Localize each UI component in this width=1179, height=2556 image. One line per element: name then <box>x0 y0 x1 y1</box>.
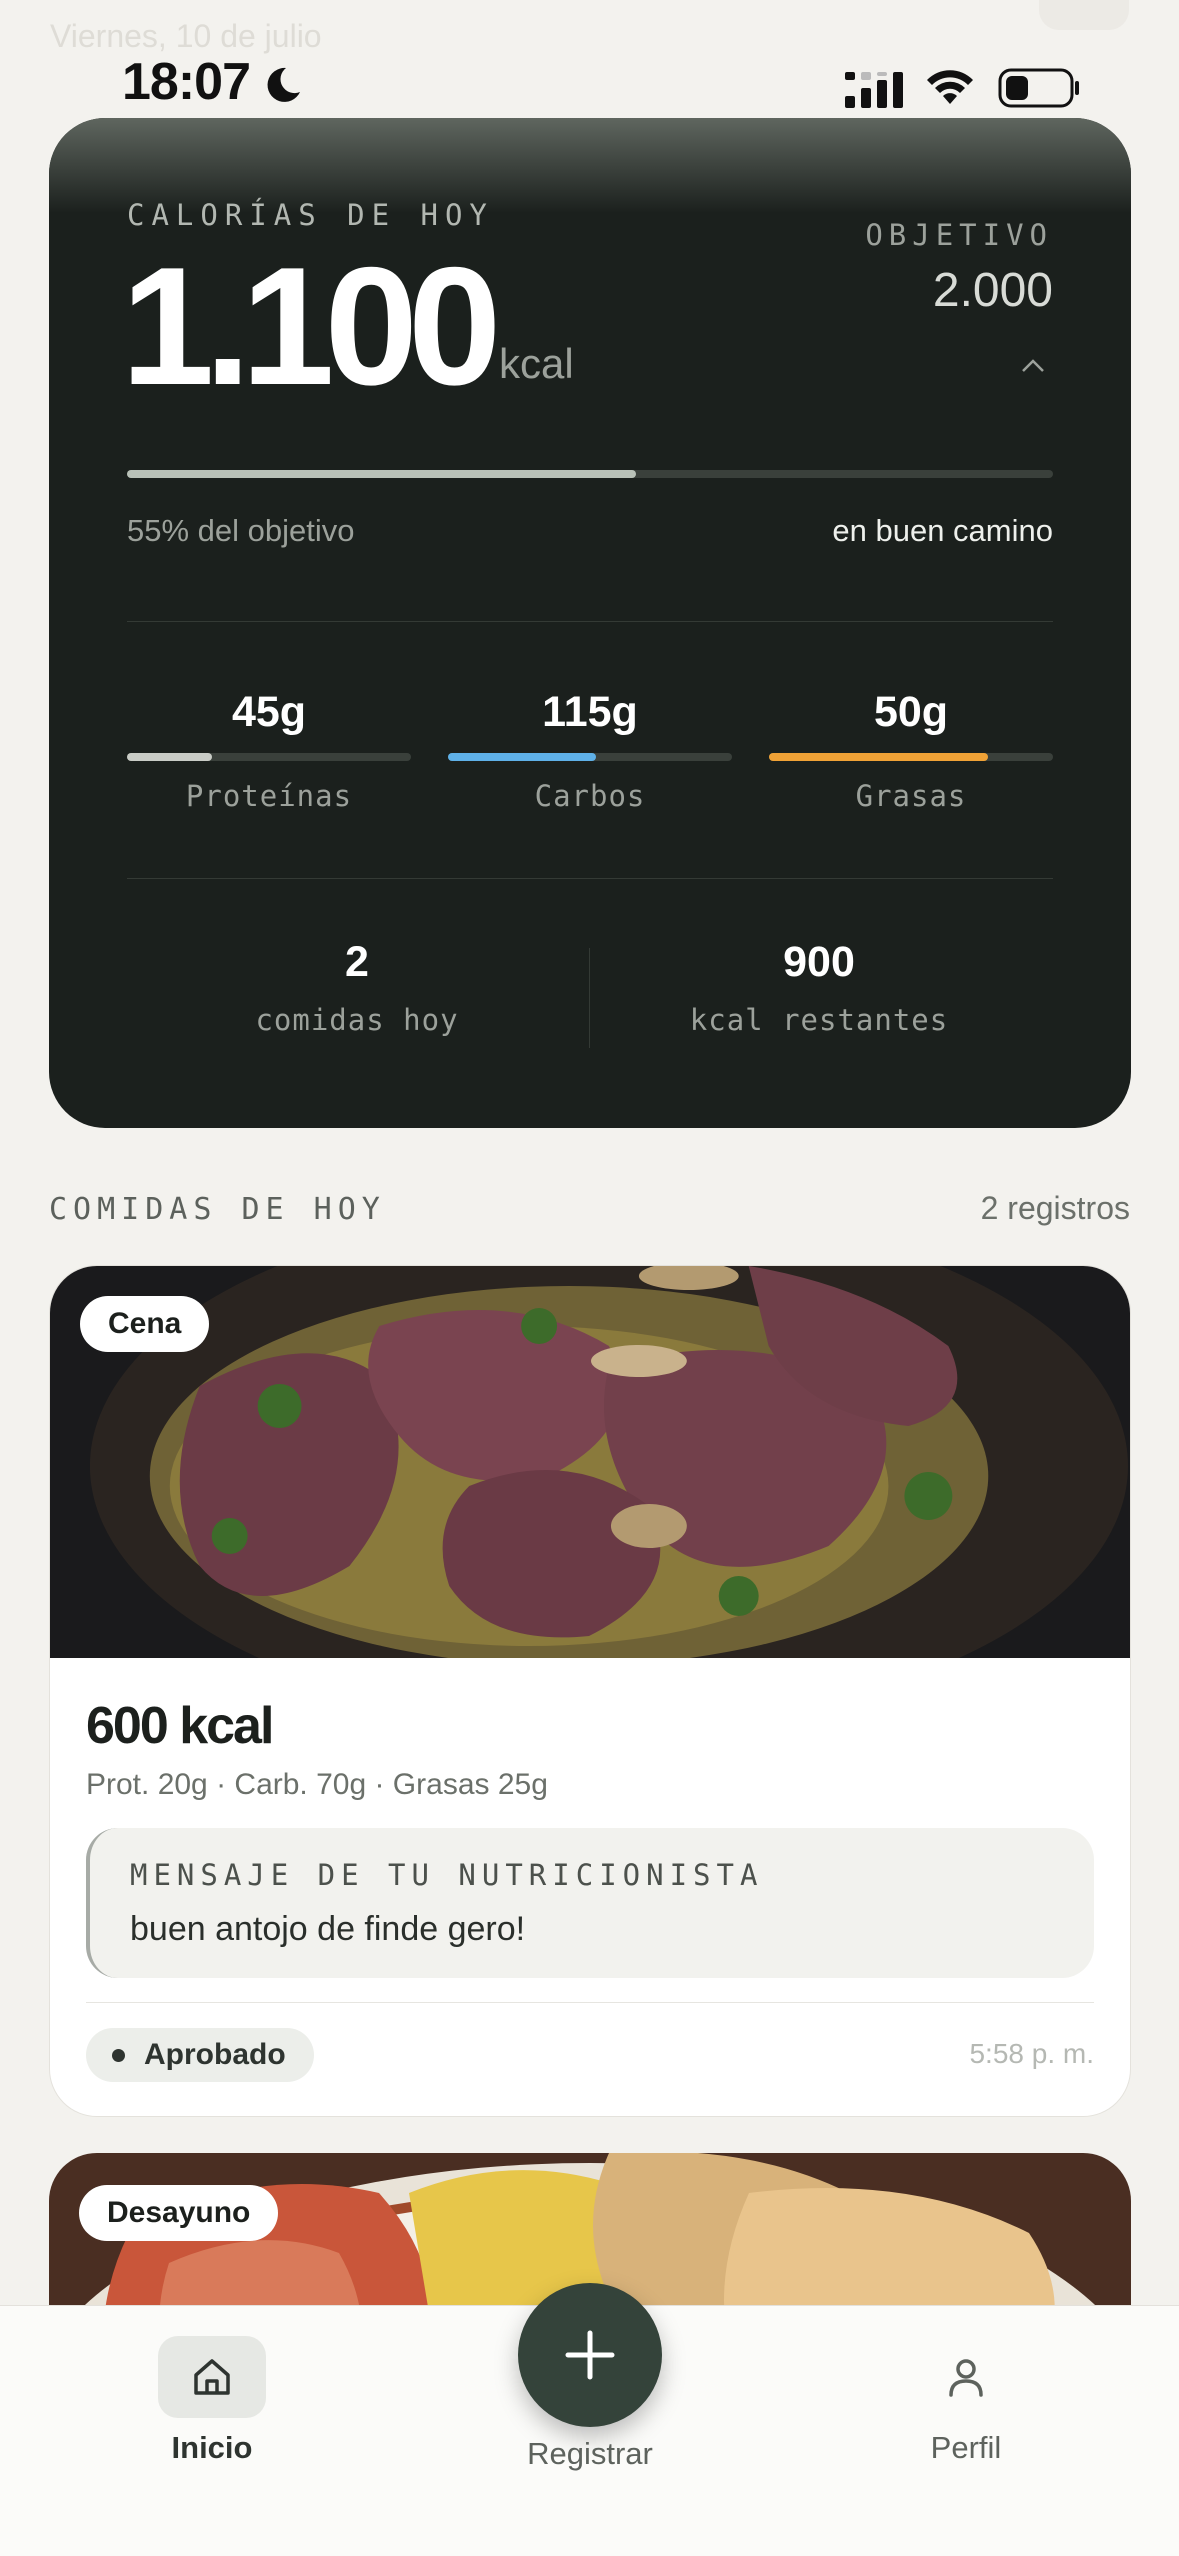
macro-bar-fill <box>127 753 213 761</box>
stat-value: 900 <box>783 938 855 986</box>
meal-type-badge: Cena <box>80 1296 210 1352</box>
goal-value: 2.000 <box>932 264 1053 317</box>
nav-profile-icon-wrap <box>912 2336 1020 2418</box>
status-time: 18:07 <box>122 53 251 111</box>
meal-macros: Prot. 20g · Carb. 70g · Grasas 25g <box>86 1768 548 1801</box>
calories-value: 1.100 <box>121 232 501 420</box>
nav-home-label: Inicio <box>171 2430 253 2465</box>
nav-home[interactable]: Inicio <box>112 2306 312 2466</box>
macro-protein: 45g Proteínas <box>127 688 411 813</box>
divider <box>127 878 1053 879</box>
macro-value: 115g <box>542 688 638 736</box>
plus-icon <box>565 2330 615 2380</box>
macro-value: 50g <box>873 688 949 736</box>
nav-home-icon-wrap <box>158 2336 266 2418</box>
macro-label: Grasas <box>855 779 967 813</box>
status-badge: Aprobado <box>86 2028 314 2082</box>
macro-bar-fill <box>448 753 596 761</box>
chevron-up-icon[interactable] <box>1020 356 1046 374</box>
date-header: Viernes, 10 de julio <box>50 18 322 54</box>
calorie-progress-fill <box>127 470 637 478</box>
top-pill <box>1039 0 1129 30</box>
register-label: Registrar <box>527 2436 653 2471</box>
meal-photo <box>50 1266 1130 1658</box>
goal-label: OBJETIVO <box>865 218 1053 252</box>
calories-label: CALORÍAS DE HOY <box>127 198 494 232</box>
signal-icon <box>845 72 903 108</box>
message-label: MENSAJE DE TU NUTRICIONISTA <box>130 1858 764 1892</box>
stat-separator <box>589 948 590 1048</box>
register-button[interactable] <box>518 2283 662 2427</box>
meal-kcal: 600 kcal <box>86 1697 274 1755</box>
stat-kcal-remaining: 900 kcal restantes <box>629 938 1009 1037</box>
macro-label: Proteínas <box>185 779 353 813</box>
nav-profile[interactable]: Perfil <box>866 2306 1066 2466</box>
moon-icon <box>267 67 300 102</box>
meal-type-badge: Desayuno <box>79 2185 279 2241</box>
stat-value: 2 <box>345 938 369 986</box>
progress-status: en buen camino <box>832 513 1053 548</box>
nutritionist-message: MENSAJE DE TU NUTRICIONISTA buen antojo … <box>86 1828 1094 1978</box>
macro-value: 45g <box>231 688 307 736</box>
status-dot-icon <box>112 2049 125 2062</box>
divider <box>127 621 1053 622</box>
macro-fats: 50g Grasas <box>769 688 1053 813</box>
stat-meals-today: 2 comidas hoy <box>167 938 547 1037</box>
section-count: 2 registros <box>980 1190 1130 1226</box>
battery-icon <box>998 68 1079 108</box>
macro-bar <box>448 753 732 761</box>
calorie-summary-card: CALORÍAS DE HOY 1.100 kcal OBJETIVO 2.00… <box>49 118 1131 1128</box>
calorie-progress-bar <box>127 470 1053 478</box>
macro-bar-fill <box>769 753 988 761</box>
nav-profile-label: Perfil <box>930 2430 1002 2465</box>
macro-bar <box>127 753 411 761</box>
status-badge-label: Aprobado <box>144 2038 286 2071</box>
meal-card[interactable]: Cena 600 kcal Prot. 20g · Carb. 70g · Gr… <box>49 1265 1131 2117</box>
home-icon <box>194 2359 230 2395</box>
message-text: buen antojo de finde gero! <box>130 1910 526 1948</box>
meal-time: 5:58 p. m. <box>969 2038 1094 2069</box>
calories-unit: kcal <box>499 340 574 387</box>
macro-bar <box>769 753 1053 761</box>
progress-text: 55% del objetivo <box>127 513 355 548</box>
macro-label: Carbos <box>534 779 646 813</box>
wifi-icon <box>927 70 973 104</box>
stat-label: comidas hoy <box>255 1003 459 1037</box>
divider <box>86 2002 1094 2003</box>
section-title: COMIDAS DE HOY <box>49 1192 386 1227</box>
profile-icon <box>949 2359 983 2397</box>
macro-carbs: 115g Carbos <box>448 688 732 813</box>
stat-label: kcal restantes <box>689 1003 949 1037</box>
